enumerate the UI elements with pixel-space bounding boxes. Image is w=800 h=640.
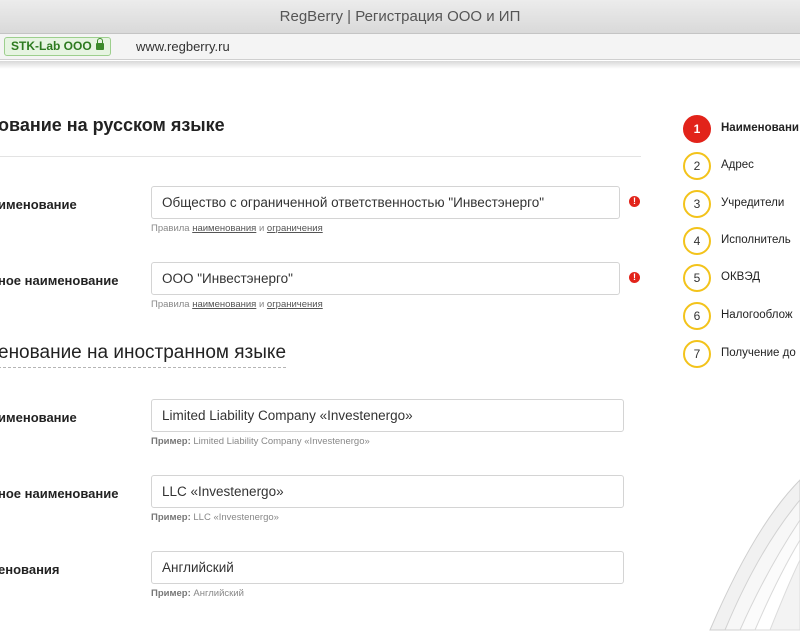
hint-prefix: Правила (151, 299, 190, 310)
hint-example-label: Пример: (151, 436, 191, 447)
hint-example: LLC «Investenergo» (193, 512, 279, 523)
section-title-foreign: енование на иностранном языке (0, 342, 287, 368)
hint-prefix: Правила (151, 223, 190, 234)
naming-rules-link[interactable]: наименования (192, 299, 256, 310)
warning-icon: ! (629, 196, 640, 207)
address-bar: STK-Lab OOO www.regberry.ru (0, 34, 800, 60)
ev-badge-label: STK-Lab OOO (11, 39, 92, 53)
step-label: Адрес (721, 159, 754, 171)
field-hint: Правила наименования и ограничения (151, 299, 323, 310)
url-field[interactable]: www.regberry.ru (136, 39, 230, 54)
window-title: RegBerry | Регистрация ООО и ИП (279, 8, 521, 25)
step-number: 6 (683, 302, 711, 330)
full-name-ru-input[interactable]: Общество с ограниченной ответственностью… (151, 186, 620, 219)
step-number: 7 (683, 340, 711, 368)
full-name-label: именование (0, 197, 77, 212)
paper-stack-decoration (709, 479, 800, 631)
short-name-foreign-label: ное наименование (0, 486, 119, 501)
field-hint: Пример: LLC «Investenergo» (151, 512, 279, 523)
short-name-label: ное наименование (0, 273, 119, 288)
restrictions-link[interactable]: ограничения (267, 299, 323, 310)
step-taxation[interactable]: 6 Налогооблож (683, 302, 800, 330)
hint-example-label: Пример: (151, 588, 191, 599)
restrictions-link[interactable]: ограничения (267, 223, 323, 234)
full-name-foreign-input[interactable]: Limited Liability Company «Investenergo» (151, 399, 624, 432)
step-address[interactable]: 2 Адрес (683, 152, 800, 180)
step-founders[interactable]: 3 Учредители (683, 190, 800, 218)
step-label: Учредители (721, 197, 785, 209)
language-label: енования (0, 562, 60, 577)
section-divider (0, 156, 641, 157)
step-number: 4 (683, 227, 711, 255)
step-label: Исполнитель (721, 234, 791, 246)
step-label: Получение до (721, 347, 796, 359)
hint-example: Английский (193, 588, 244, 599)
full-name-foreign-label: именование (0, 410, 77, 425)
hint-and: и (258, 299, 265, 310)
toolbar-shadow (0, 61, 800, 69)
hint-example: Limited Liability Company «Investenergo» (193, 436, 370, 447)
step-label: ОКВЭД (721, 271, 760, 283)
language-input[interactable]: Английский (151, 551, 624, 584)
step-number: 1 (683, 115, 711, 143)
step-number: 5 (683, 264, 711, 292)
field-hint: Пример: Английский (151, 588, 244, 599)
section-title-russian: ование на русском языке (0, 115, 225, 135)
step-naming[interactable]: 1 Наименовани (683, 115, 800, 143)
step-executive[interactable]: 4 Исполнитель (683, 227, 800, 255)
step-documents[interactable]: 7 Получение до (683, 340, 800, 368)
field-hint: Пример: Limited Liability Company «Inves… (151, 436, 370, 447)
step-label: Наименовани (721, 122, 799, 134)
step-label: Налогооблож (721, 309, 793, 321)
step-number: 2 (683, 152, 711, 180)
naming-rules-link[interactable]: наименования (192, 223, 256, 234)
step-number: 3 (683, 190, 711, 218)
hint-example-label: Пример: (151, 512, 191, 523)
warning-icon: ! (629, 272, 640, 283)
hint-and: и (258, 223, 265, 234)
field-hint: Правила наименования и ограничения (151, 223, 323, 234)
window-titlebar: RegBerry | Регистрация ООО и ИП (0, 0, 800, 34)
short-name-foreign-input[interactable]: LLC «Investenergo» (151, 475, 624, 508)
short-name-ru-input[interactable]: ООО "Инвестэнерго" (151, 262, 620, 295)
ev-certificate-badge[interactable]: STK-Lab OOO (4, 37, 111, 56)
lock-icon (95, 38, 104, 50)
step-okved[interactable]: 5 ОКВЭД (683, 264, 800, 292)
